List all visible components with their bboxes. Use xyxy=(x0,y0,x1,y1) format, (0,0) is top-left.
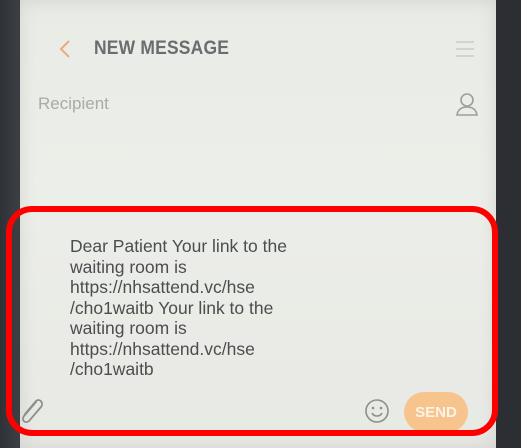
paperclip-icon[interactable] xyxy=(16,394,46,428)
send-button[interactable]: SEND xyxy=(404,392,468,432)
device-frame: NEW MESSAGE Dear Patient Your link to th… xyxy=(0,0,521,448)
contact-icon[interactable] xyxy=(454,90,480,118)
back-chevron-icon[interactable] xyxy=(54,34,76,64)
page-title: NEW MESSAGE xyxy=(94,38,230,59)
app-header: NEW MESSAGE xyxy=(20,28,496,72)
message-body[interactable]: Dear Patient Your link to the waiting ro… xyxy=(70,236,370,380)
phone-screen: NEW MESSAGE xyxy=(20,0,496,448)
menu-icon[interactable] xyxy=(454,38,476,60)
emoji-icon[interactable] xyxy=(364,398,390,424)
recipient-input[interactable] xyxy=(38,90,418,118)
recipient-row xyxy=(20,84,496,124)
